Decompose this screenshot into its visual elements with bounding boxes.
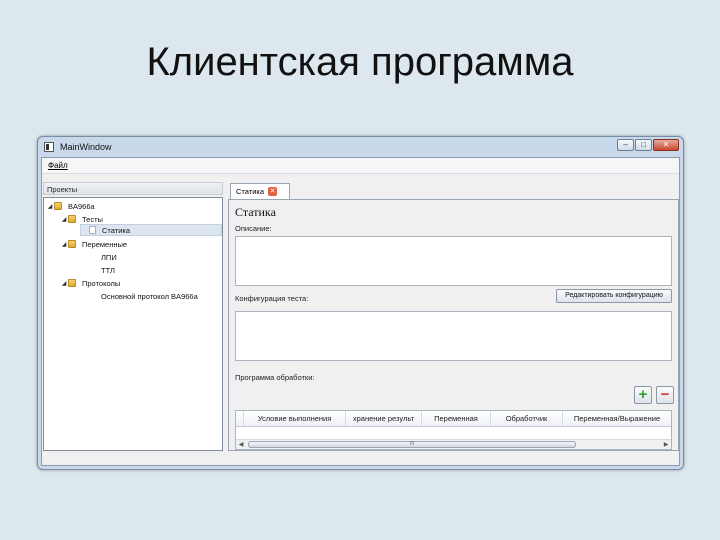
tree-item[interactable]: ТТЛ <box>80 264 115 276</box>
expand-arrow-icon[interactable]: ◢ <box>60 241 68 248</box>
column-header[interactable]: хранение результ <box>346 411 422 426</box>
tab-close-icon[interactable]: ✕ <box>268 187 278 196</box>
folder-icon <box>68 215 76 223</box>
tree-item[interactable]: ◢ Переменные <box>60 238 127 250</box>
tree-item-label: ЛПИ <box>101 252 117 262</box>
tree-item-label: Статика <box>102 225 131 235</box>
blank-icon <box>88 253 95 261</box>
tree-item[interactable]: Основной протокол BA966a <box>80 290 198 302</box>
folder-icon <box>68 240 76 248</box>
column-header[interactable]: Обработчик <box>491 411 563 426</box>
blank-icon <box>88 266 95 274</box>
expand-arrow-icon[interactable]: ◢ <box>46 203 54 210</box>
window-titlebar[interactable]: MainWindow – □ ✕ <box>38 137 683 157</box>
maximize-button[interactable]: □ <box>635 139 652 151</box>
document-icon <box>89 226 96 234</box>
table-header: Условие выполнения хранение результ Пере… <box>236 411 671 427</box>
tree-item-label: Основной протокол BA966a <box>101 291 198 301</box>
horizontal-scrollbar[interactable]: ◀ III ▶ <box>236 439 671 449</box>
column-header[interactable]: Переменная/Выражение <box>563 411 671 426</box>
tree-item[interactable]: ◢ BA966a <box>46 200 95 212</box>
status-bar <box>42 451 679 465</box>
close-button[interactable]: ✕ <box>653 139 679 151</box>
tree-item[interactable]: ◢ Протоколы <box>60 277 121 289</box>
remove-button[interactable]: − <box>656 386 674 404</box>
window-controls: – □ ✕ <box>616 139 679 151</box>
tree-item-selected[interactable]: Статика <box>80 224 222 236</box>
processing-table[interactable]: Условие выполнения хранение результ Пере… <box>235 410 672 450</box>
tree-item-label: ТТЛ <box>101 265 115 275</box>
menu-file[interactable]: Файл <box>48 161 68 170</box>
editor-panel: Статика Описание: Конфигурация теста: Ре… <box>228 199 679 451</box>
scroll-thumb[interactable]: III <box>248 441 576 448</box>
description-field[interactable] <box>235 236 672 286</box>
expand-arrow-icon[interactable]: ◢ <box>60 216 68 223</box>
edit-config-button[interactable]: Редактировать конфигурацию <box>556 289 672 303</box>
folder-icon <box>68 279 76 287</box>
tab-statika[interactable]: Статика ✕ <box>230 183 290 199</box>
window-title: MainWindow <box>60 142 112 152</box>
tree-item-label: Тесты <box>82 214 103 224</box>
window-client-area: Файл Проекты ◢ BA966a ◢ Тесты Статика ◢ <box>41 157 680 466</box>
scroll-right-icon[interactable]: ▶ <box>661 440 671 449</box>
add-button[interactable]: + <box>634 386 652 404</box>
expand-arrow-icon[interactable]: ◢ <box>60 280 68 287</box>
app-icon <box>44 142 54 152</box>
processing-label: Программа обработки: <box>235 373 315 382</box>
minimize-button[interactable]: – <box>617 139 634 151</box>
config-label: Конфигурация теста: <box>235 294 309 303</box>
column-header[interactable]: Переменная <box>422 411 491 426</box>
tab-label: Статика <box>236 187 265 196</box>
blank-icon <box>88 292 95 300</box>
slide-title: Клиентская программа <box>146 40 574 84</box>
projects-header: Проекты <box>43 182 223 195</box>
folder-icon <box>54 202 62 210</box>
menu-bar: Файл <box>42 158 679 174</box>
main-window: MainWindow – □ ✕ Файл Проекты ◢ BA966a ◢… <box>37 136 684 470</box>
tree-item[interactable]: ЛПИ <box>80 251 117 263</box>
tree-item-label: Переменные <box>82 239 128 249</box>
tree-item-label: Протоколы <box>82 278 121 288</box>
column-header[interactable]: Условие выполнения <box>244 411 346 426</box>
editor-title: Статика <box>235 205 276 219</box>
tree-item-label: BA966a <box>68 201 95 211</box>
projects-tree[interactable]: ◢ BA966a ◢ Тесты Статика ◢ Переменные ЛП… <box>43 197 223 451</box>
scroll-left-icon[interactable]: ◀ <box>236 440 246 449</box>
description-label: Описание: <box>235 224 272 233</box>
config-field[interactable] <box>235 311 672 361</box>
